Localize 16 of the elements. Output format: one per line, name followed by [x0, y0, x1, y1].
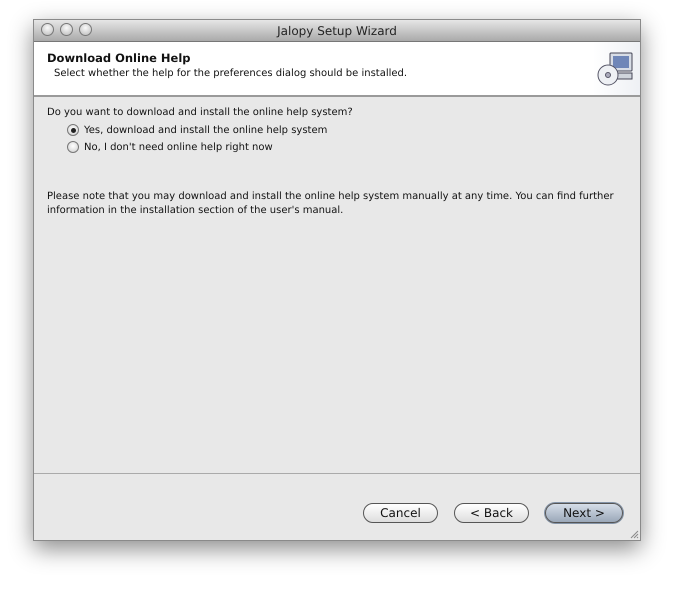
- window-title: Jalopy Setup Wizard: [277, 24, 397, 38]
- radio-option[interactable]: Yes, download and install the online help system: [67, 124, 627, 136]
- wizard-button[interactable]: < Back: [454, 503, 529, 523]
- radio-option[interactable]: No, I don't need online help right now: [67, 141, 627, 153]
- radio-icon[interactable]: [67, 124, 79, 136]
- question-text: Do you want to download and install the online help system?: [47, 107, 354, 118]
- resize-grip-icon[interactable]: [629, 529, 639, 539]
- note-text: Please note that you may download and install the online help system manually at any time. You can find further information in the installation section of the user's manual.: [47, 190, 615, 218]
- page-title: Download Online Help: [47, 51, 192, 65]
- window-control-button[interactable]: [79, 23, 92, 36]
- wizard-button[interactable]: Cancel: [363, 503, 438, 523]
- window-control-button[interactable]: [60, 23, 73, 36]
- wizard-button[interactable]: Next >: [545, 503, 623, 523]
- window-control-button[interactable]: [41, 23, 54, 36]
- page-subtitle: Select whether the help for the preferences dialog should be installed.: [53, 68, 408, 79]
- radio-icon[interactable]: [67, 141, 79, 153]
